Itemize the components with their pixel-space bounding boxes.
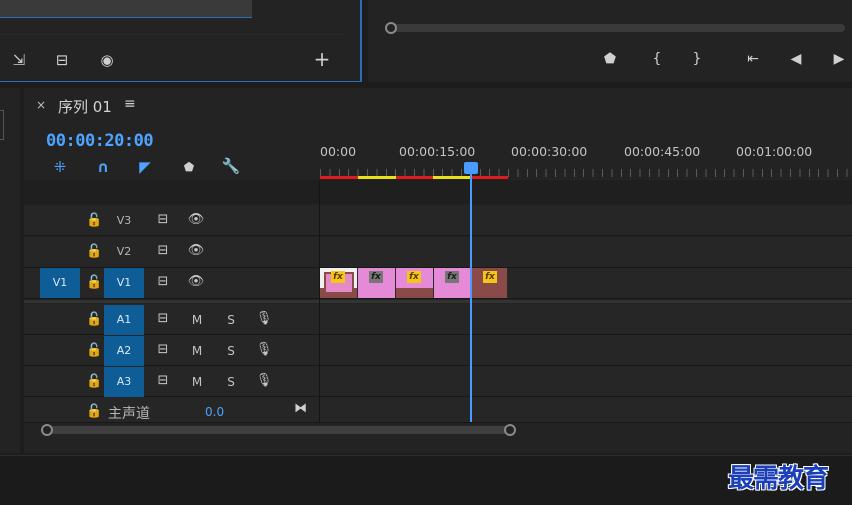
camera-icon[interactable]: ◉ [96,51,118,69]
sync-lock-icon[interactable]: ⊟ [153,274,173,289]
close-icon[interactable]: × [36,98,46,112]
tools-panel-item[interactable] [0,110,4,140]
lock-icon[interactable]: 🔓 [86,244,102,259]
master-track-label: 主声道 [108,406,150,422]
sync-lock-icon[interactable]: ⊟ [153,311,173,326]
ruler-label: 00:00:30:00 [511,144,588,159]
eye-icon[interactable]: 👁 [186,274,206,289]
mute-button[interactable]: M [190,375,204,389]
overwrite-icon[interactable]: ⊟ [51,51,73,69]
linked-selection-icon[interactable]: ◤ [133,157,157,177]
lock-icon[interactable]: 🔓 [86,275,102,290]
track-target-a1[interactable]: A1 [104,305,144,335]
track-target-a2[interactable]: A2 [104,336,144,366]
sync-lock-icon[interactable]: ⊟ [153,373,173,388]
source-patch-v1[interactable]: V1 [40,268,80,298]
lock-icon[interactable]: 🔓 [86,404,102,419]
tools-panel-edge [0,88,20,453]
track-row-a1 [24,304,852,335]
mute-button[interactable]: M [190,313,204,327]
go-to-in-icon[interactable]: ⇤ [741,50,765,68]
eye-icon[interactable]: 👁 [186,212,206,227]
source-timeline-strip[interactable] [0,0,252,18]
ruler-label: 00:00:45:00 [624,144,701,159]
fx-badge: fx [407,271,421,283]
lock-icon[interactable]: 🔓 [86,343,102,358]
mute-button[interactable]: M [190,344,204,358]
lock-icon[interactable]: 🔓 [86,312,102,327]
program-monitor-panel [368,0,852,82]
ruler-label: 00:01:00:00 [736,144,813,159]
mark-out-icon[interactable]: } [685,50,709,68]
track-target-v3[interactable]: V3 [104,206,144,236]
track-row-v3 [24,205,852,236]
insert-icon[interactable]: ⇲ [8,51,30,69]
video-clip[interactable]: fx [396,268,434,298]
track-target-v1[interactable]: V1 [104,268,144,298]
video-clip[interactable]: fx [358,268,396,298]
sync-lock-icon[interactable]: ⊟ [153,243,173,258]
microphone-icon[interactable]: 🎙 [254,342,274,357]
track-row-a2 [24,335,852,366]
add-button[interactable]: + [311,49,333,69]
scroll-end-handle[interactable] [504,424,516,436]
sync-lock-icon[interactable]: ⊟ [153,342,173,357]
track-row-v2 [24,237,852,268]
master-volume-value[interactable]: 0.0 [205,405,224,419]
ruler-label: 00:00:15:00 [399,144,476,159]
scroll-start-handle[interactable] [41,424,53,436]
video-clip[interactable]: fx [434,268,472,298]
program-scrollbar[interactable] [385,24,845,32]
lock-icon[interactable]: 🔓 [86,213,102,228]
snap-nest-icon[interactable]: ⁜ [48,157,72,177]
watermark-logo: 最需教育 [728,464,829,494]
track-target-a3[interactable]: A3 [104,367,144,397]
microphone-icon[interactable]: 🎙 [254,311,274,326]
sync-lock-icon[interactable]: ⊟ [153,212,173,227]
render-status-bar [320,176,508,179]
solo-button[interactable]: S [224,344,238,358]
sequence-tab-title[interactable]: 序列 01 [58,96,112,117]
timeline-scroll-thumb[interactable] [46,426,512,434]
fx-badge: fx [445,271,459,283]
video-clip[interactable]: fx [472,268,508,298]
track-header-gap [24,180,852,204]
video-clip[interactable]: fx [320,268,358,298]
wrench-icon[interactable]: 🔧 [219,156,243,176]
lock-icon[interactable]: 🔓 [86,374,102,389]
status-bar [0,455,852,505]
fx-badge: fx [483,271,497,283]
header-separator [319,180,320,423]
fx-badge: fx [331,271,345,283]
add-marker-icon[interactable]: ⬟ [598,50,622,68]
source-divider [0,34,345,35]
mark-in-icon[interactable]: { [645,50,669,68]
eye-icon[interactable]: 👁 [186,243,206,258]
playhead-line[interactable] [470,170,472,422]
panel-menu-icon[interactable]: ≡ [124,96,136,112]
ruler-label: 00:00 [320,144,357,159]
track-target-v2[interactable]: V2 [104,237,144,267]
solo-button[interactable]: S [224,375,238,389]
magnet-icon[interactable]: ∩ [91,157,115,177]
program-scroll-handle[interactable] [385,22,397,34]
track-row-a3 [24,366,852,397]
solo-button[interactable]: S [224,313,238,327]
video-audio-divider[interactable] [24,300,852,303]
microphone-icon[interactable]: 🎙 [254,373,274,388]
playhead-handle[interactable] [464,162,478,174]
step-back-icon[interactable]: ◀ [784,50,808,68]
timecode-display[interactable]: 00:00:20:00 [46,131,154,151]
play-icon[interactable]: ▶ [827,50,851,68]
fx-badge: fx [369,271,383,283]
go-to-edit-icon[interactable]: ⧓ [294,401,307,416]
add-marker-icon[interactable]: ⬟ [177,157,201,177]
